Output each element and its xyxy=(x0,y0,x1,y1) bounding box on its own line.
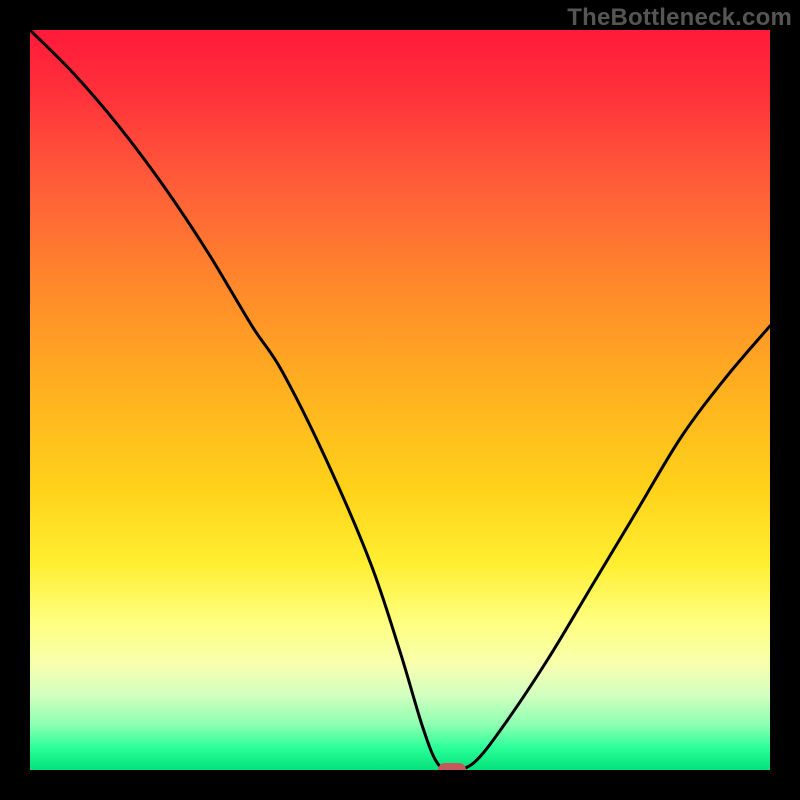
minimum-marker xyxy=(438,763,466,770)
chart-frame: TheBottleneck.com xyxy=(0,0,800,800)
curve-svg xyxy=(30,30,770,770)
watermark-text: TheBottleneck.com xyxy=(567,4,792,32)
plot-area xyxy=(30,30,770,770)
bottleneck-curve-path xyxy=(30,30,770,770)
